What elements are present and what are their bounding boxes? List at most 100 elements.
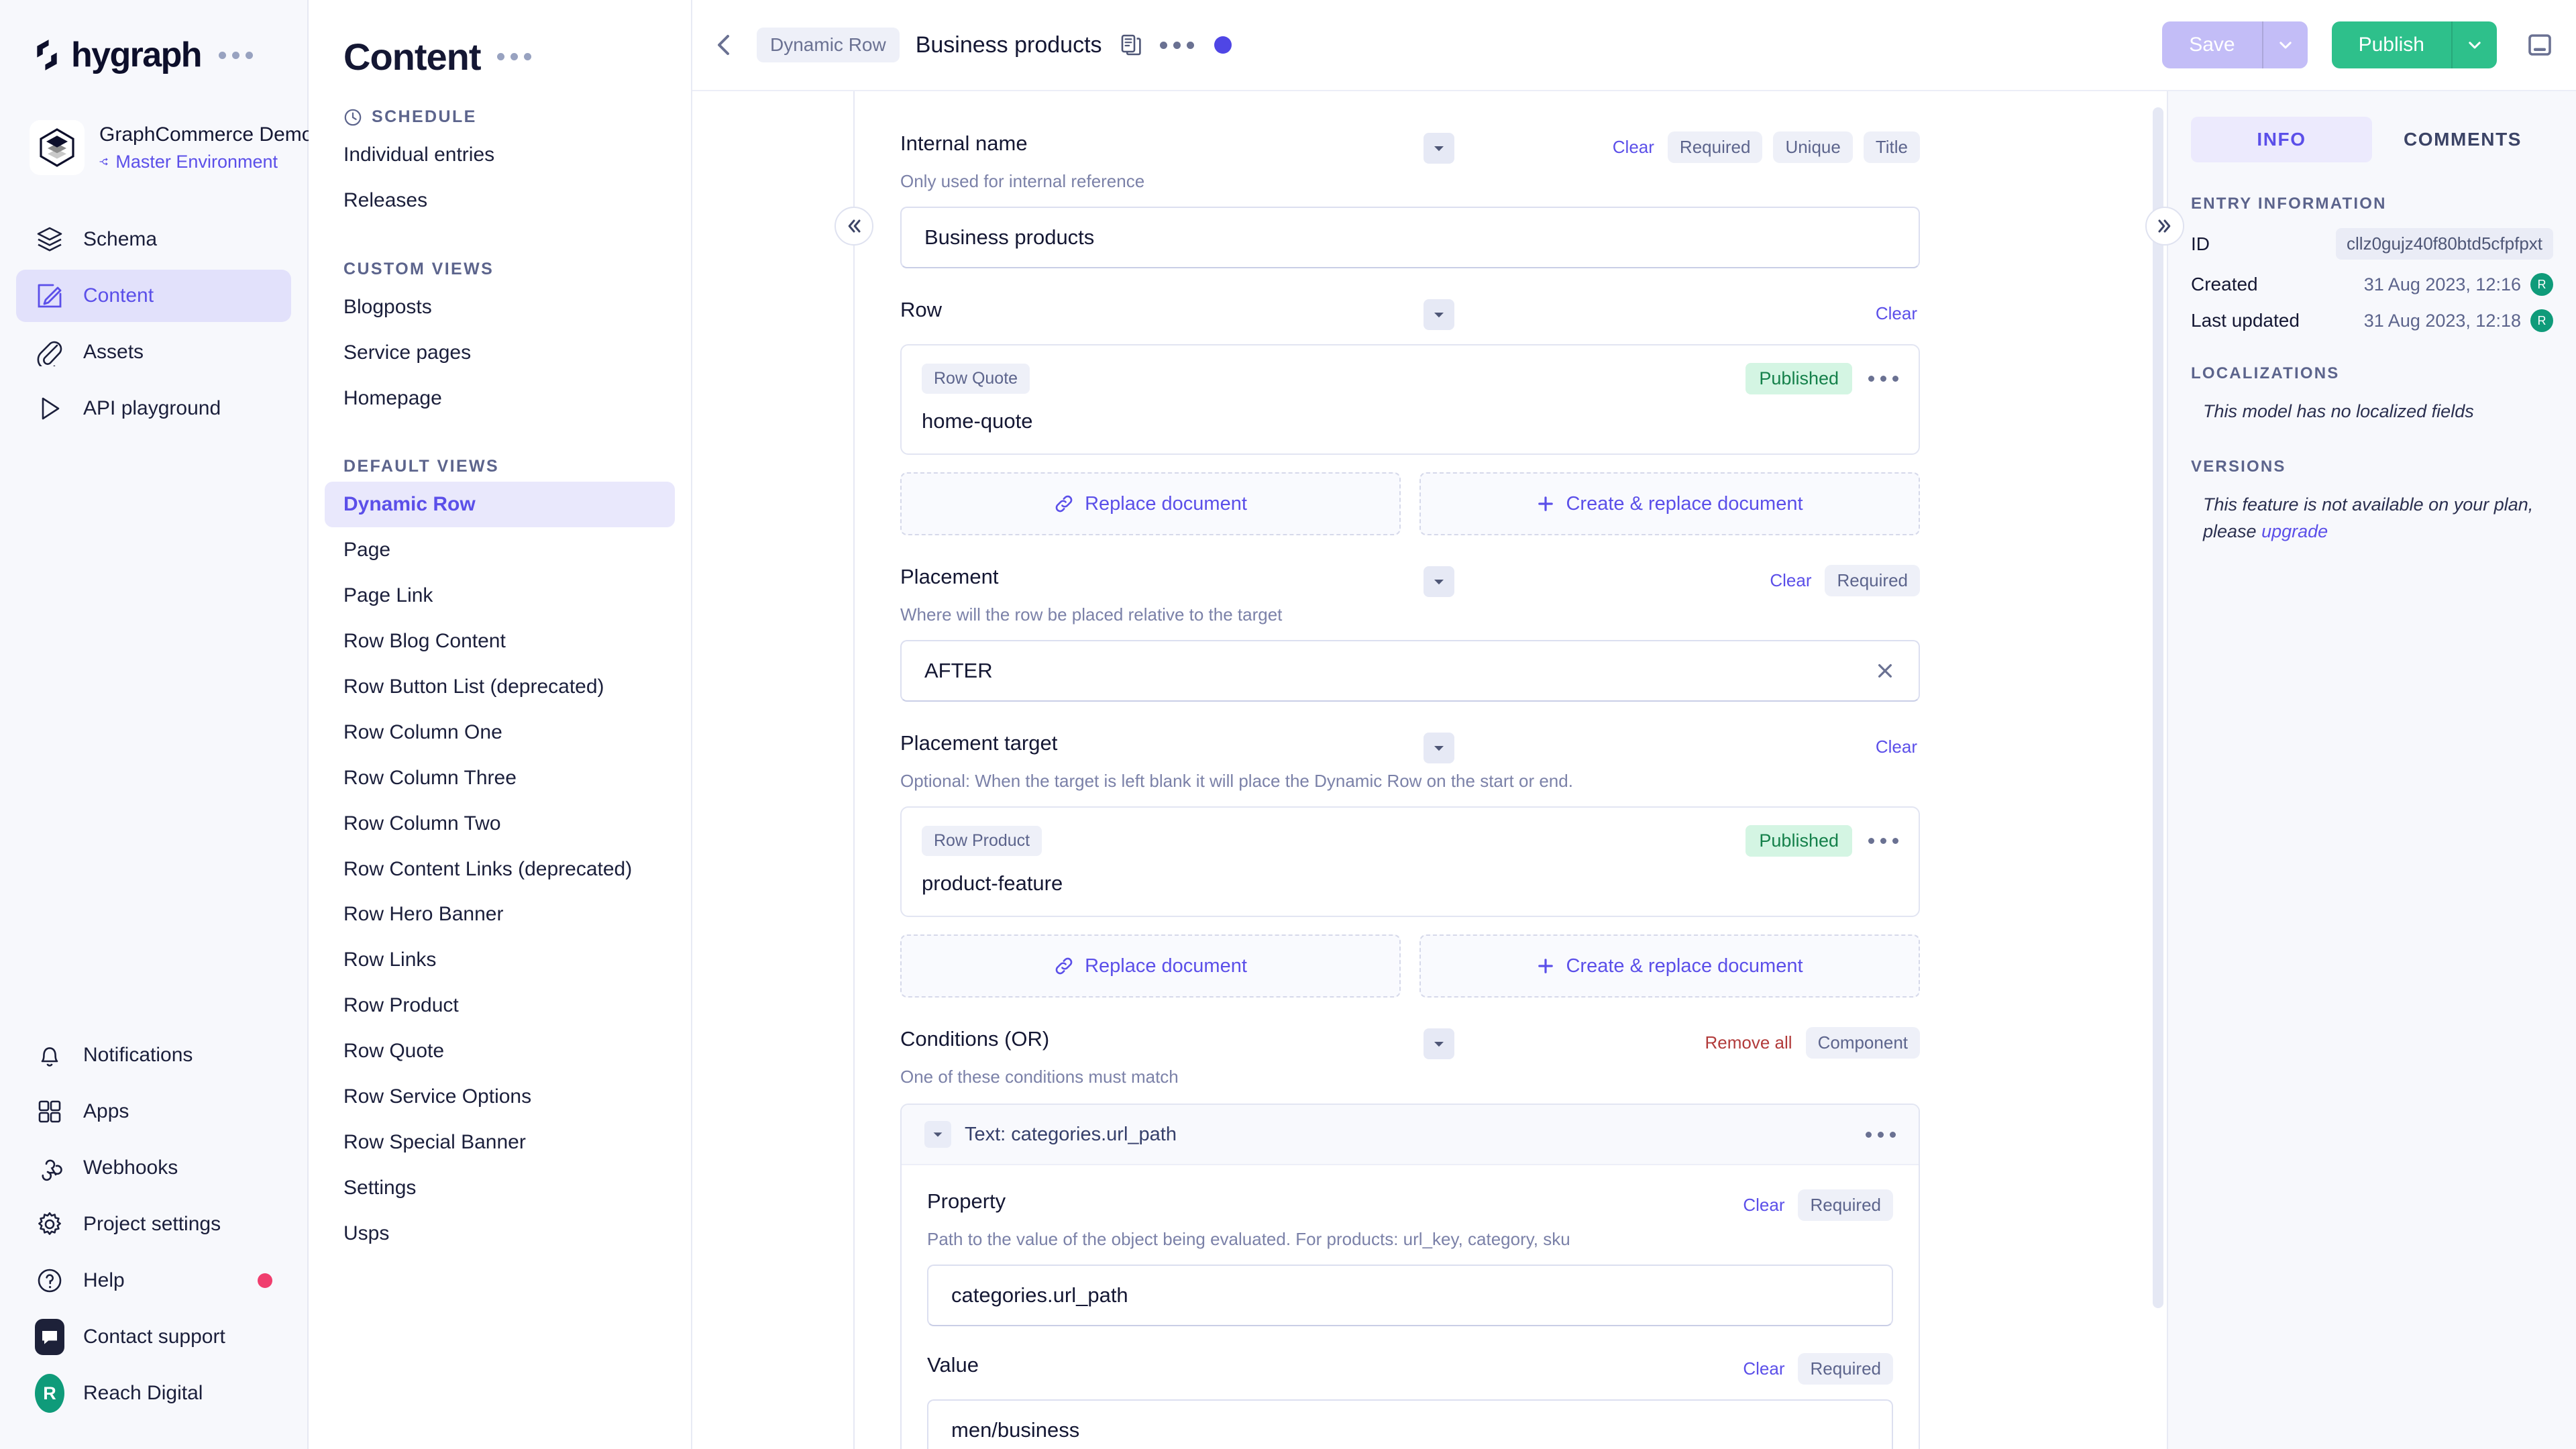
sidebar-item-apps[interactable]: Apps	[16, 1085, 291, 1138]
sidebar-item-user-account[interactable]: R Reach Digital	[16, 1367, 291, 1419]
pill-component[interactable]: Component	[1806, 1027, 1920, 1059]
reference-card-row[interactable]: Row Quote Published home-quote	[900, 344, 1920, 455]
clear-placement-icon[interactable]	[1874, 660, 1896, 682]
pill-required[interactable]: Required	[1798, 1353, 1893, 1385]
property-input[interactable]: categories.url_path	[927, 1265, 1893, 1326]
sidebar-item-help[interactable]: Help	[16, 1254, 291, 1307]
view-item-row-column-one[interactable]: Row Column One	[325, 710, 675, 755]
environment-switcher[interactable]: Master Environment	[99, 152, 278, 172]
view-item-row-service-options[interactable]: Row Service Options	[325, 1074, 675, 1120]
sidebar-item-webhooks[interactable]: Webhooks	[16, 1142, 291, 1194]
value-input[interactable]: men/business	[927, 1399, 1893, 1449]
collapse-views-panel-button[interactable]	[835, 207, 873, 246]
save-button-group[interactable]: Save	[2162, 21, 2307, 68]
views-menu-ellipsis-icon[interactable]	[497, 53, 531, 60]
view-item-label: Row Column One	[343, 721, 502, 743]
sidebar-item-notifications[interactable]: Notifications	[16, 1029, 291, 1081]
view-item-page[interactable]: Page	[325, 527, 675, 573]
sidebar-item-label: Apps	[83, 1100, 129, 1123]
pencil-square-icon	[35, 281, 64, 311]
publish-button[interactable]: Publish	[2332, 21, 2451, 68]
publish-button-group[interactable]: Publish	[2332, 21, 2497, 68]
duplicate-entry-button[interactable]	[1120, 34, 1142, 56]
project-thumbnail	[30, 120, 85, 175]
form-scrollbar-thumb[interactable]	[2153, 107, 2163, 1308]
view-item-row-links[interactable]: Row Links	[325, 937, 675, 983]
clear-link[interactable]: Clear	[1873, 298, 1920, 329]
view-item-row-column-three[interactable]: Row Column Three	[325, 755, 675, 801]
clear-link[interactable]: Clear	[1740, 1353, 1787, 1385]
reference-more-ellipsis-icon[interactable]	[1868, 838, 1898, 844]
field-placement: Placement Clear Required Where will the …	[692, 565, 2167, 702]
condition-more-ellipsis-icon[interactable]	[1866, 1132, 1896, 1138]
save-dropdown-button[interactable]	[2263, 21, 2308, 68]
publish-dropdown-button[interactable]	[2453, 21, 2497, 68]
view-item-blogposts[interactable]: Blogposts	[325, 284, 675, 330]
replace-document-button[interactable]: Replace document	[900, 934, 1401, 998]
input-value: men/business	[951, 1418, 1079, 1442]
collapse-info-panel-button[interactable]	[2145, 207, 2184, 246]
pill-required[interactable]: Required	[1798, 1189, 1893, 1221]
project-switcher[interactable]: GraphCommerce Demo Master Environment	[0, 111, 307, 184]
sidebar-item-schema[interactable]: Schema	[16, 213, 291, 266]
view-item-row-quote[interactable]: Row Quote	[325, 1028, 675, 1074]
view-item-row-special-banner[interactable]: Row Special Banner	[325, 1120, 675, 1165]
pill-title[interactable]: Title	[1864, 131, 1920, 163]
pill-unique[interactable]: Unique	[1773, 131, 1852, 163]
condition-collapse-toggle[interactable]	[924, 1121, 951, 1148]
condition-card-header[interactable]: Text: categories.url_path	[902, 1105, 1919, 1165]
form-scrollbar[interactable]	[2149, 91, 2167, 1449]
view-item-settings[interactable]: Settings	[325, 1165, 675, 1211]
reference-card-placement-target[interactable]: Row Product Published product-feature	[900, 806, 1920, 917]
view-item-row-column-two[interactable]: Row Column Two	[325, 801, 675, 847]
toggle-sidebar-button[interactable]	[2526, 32, 2553, 58]
sidebar-item-content[interactable]: Content	[16, 270, 291, 322]
branch-icon	[99, 154, 109, 170]
view-item-homepage[interactable]: Homepage	[325, 376, 675, 421]
view-item-dynamic-row[interactable]: Dynamic Row	[325, 482, 675, 527]
view-item-row-blog-content[interactable]: Row Blog Content	[325, 619, 675, 664]
copy-icon	[1120, 34, 1142, 56]
rail-spacer	[0, 435, 307, 1029]
group-header-custom-views: CUSTOM VIEWS	[309, 260, 691, 279]
view-item-row-content-links[interactable]: Row Content Links (deprecated)	[325, 847, 675, 892]
pill-required[interactable]: Required	[1668, 131, 1763, 163]
upgrade-link[interactable]: upgrade	[2261, 521, 2328, 541]
view-item-row-product[interactable]: Row Product	[325, 983, 675, 1028]
view-item-service-pages[interactable]: Service pages	[325, 330, 675, 376]
sidebar-item-contact-support[interactable]: Contact support	[16, 1311, 291, 1363]
save-button[interactable]: Save	[2162, 21, 2261, 68]
clear-link[interactable]: Clear	[1873, 731, 1920, 763]
reference-more-ellipsis-icon[interactable]	[1868, 376, 1898, 382]
sidebar-item-label: Webhooks	[83, 1157, 178, 1179]
sidebar-item-assets[interactable]: Assets	[16, 326, 291, 378]
app-rail: hygraph GraphCommerce Demo Master Enviro…	[0, 0, 309, 1449]
form-scroll-area[interactable]: Internal name Clear Required Unique Titl…	[692, 91, 2167, 1449]
brand-menu-ellipsis-icon[interactable]	[219, 52, 253, 59]
view-item-usps[interactable]: Usps	[325, 1211, 675, 1256]
view-item-releases[interactable]: Releases	[325, 178, 675, 223]
breadcrumb-model[interactable]: Dynamic Row	[757, 28, 900, 62]
view-item-page-link[interactable]: Page Link	[325, 573, 675, 619]
clear-link[interactable]: Clear	[1767, 565, 1814, 596]
entry-id-chip[interactable]: cllz0gujz40f80btd5cfpfpxt	[2336, 228, 2553, 260]
tab-comments[interactable]: COMMENTS	[2372, 117, 2553, 162]
back-button[interactable]	[692, 32, 757, 58]
pill-required[interactable]: Required	[1825, 565, 1920, 596]
tab-info[interactable]: INFO	[2191, 117, 2372, 162]
remove-all-link[interactable]: Remove all	[1703, 1027, 1795, 1059]
view-item-row-hero-banner[interactable]: Row Hero Banner	[325, 892, 675, 937]
internal-name-input[interactable]: Business products	[900, 207, 1920, 268]
clear-link[interactable]: Clear	[1740, 1189, 1787, 1221]
view-item-row-button-list[interactable]: Row Button List (deprecated)	[325, 664, 675, 710]
sidebar-item-api-playground[interactable]: API playground	[16, 382, 291, 435]
hygraph-logo[interactable]: hygraph	[32, 35, 201, 75]
sidebar-item-project-settings[interactable]: Project settings	[16, 1198, 291, 1250]
create-replace-document-button[interactable]: Create & replace document	[1419, 472, 1920, 535]
placement-select[interactable]: AFTER	[900, 640, 1920, 702]
replace-document-button[interactable]: Replace document	[900, 472, 1401, 535]
clear-link[interactable]: Clear	[1610, 131, 1657, 163]
create-replace-document-button[interactable]: Create & replace document	[1419, 934, 1920, 998]
entry-more-ellipsis-icon[interactable]	[1160, 42, 1194, 49]
view-item-individual-entries[interactable]: Individual entries	[325, 132, 675, 178]
